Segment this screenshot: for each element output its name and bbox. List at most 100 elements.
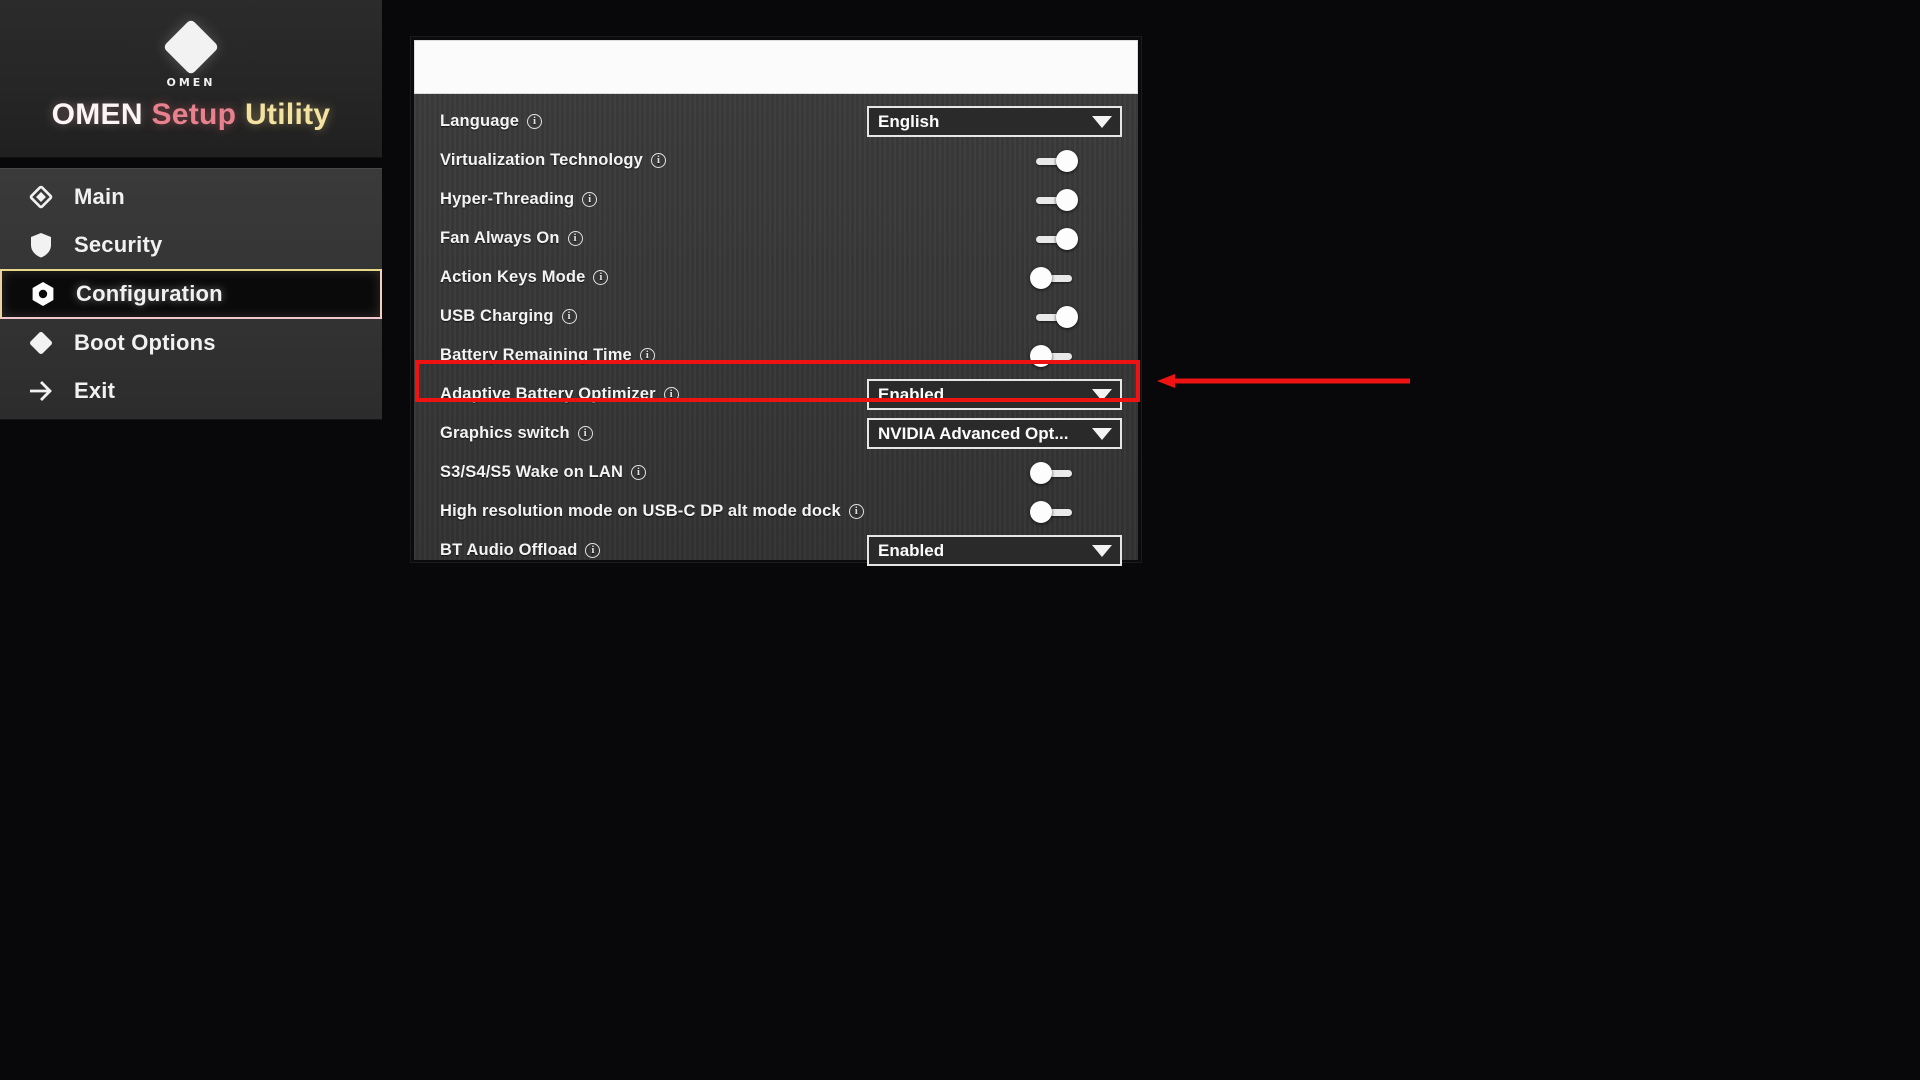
setting-row-virtualization-technology[interactable]: Virtualization Technology i <box>414 141 1138 180</box>
hyper-threading-toggle[interactable] <box>1030 188 1078 211</box>
usb-charging-toggle[interactable] <box>1030 305 1078 328</box>
dropdown-value: Enabled <box>878 384 945 404</box>
sidebar-item-main[interactable]: Main <box>0 173 382 221</box>
setting-label: Hyper-Threading i <box>440 190 598 209</box>
sidebar-item-configuration[interactable]: Configuration <box>0 269 382 319</box>
dropdown-value: English <box>878 111 940 131</box>
setting-label-text: Virtualization Technology <box>440 151 643 169</box>
hexagon-gear-icon <box>26 277 60 311</box>
sidebar-item-label: Security <box>74 232 163 257</box>
fan-always-on-toggle[interactable] <box>1030 227 1078 250</box>
setting-control <box>1030 305 1122 328</box>
chevron-down-icon <box>1092 388 1112 401</box>
shield-icon <box>24 228 58 262</box>
setting-row-language[interactable]: Language i English <box>414 102 1138 141</box>
setting-label: S3/S4/S5 Wake on LAN i <box>440 463 647 482</box>
info-icon[interactable]: i <box>639 348 655 363</box>
setting-label-text: High resolution mode on USB-C DP alt mod… <box>440 502 841 520</box>
setting-label: High resolution mode on USB-C DP alt mod… <box>440 502 864 521</box>
setting-row-adaptive-battery-optimizer[interactable]: Adaptive Battery Optimizer i Enabled <box>414 375 1138 414</box>
arrow-right-icon <box>24 374 58 408</box>
setting-label: Adaptive Battery Optimizer i <box>440 385 679 404</box>
sidebar-item-label: Configuration <box>76 281 223 306</box>
toggle-knob <box>1030 266 1052 289</box>
language-dropdown[interactable]: English <box>867 106 1122 137</box>
setting-label-text: USB Charging <box>440 307 554 325</box>
bios-setup-screen: OMEN OMEN Setup Utility Main Security Co… <box>0 0 1920 1080</box>
info-icon[interactable]: i <box>651 153 666 168</box>
info-icon[interactable]: i <box>561 309 577 324</box>
omen-wordmark: OMEN <box>166 76 216 89</box>
sidebar-item-label: Exit <box>74 378 116 403</box>
setting-control <box>1030 266 1122 289</box>
setting-row-action-keys-mode[interactable]: Action Keys Mode i <box>414 258 1138 297</box>
graphics-switch-dropdown[interactable]: NVIDIA Advanced Opt... <box>867 418 1122 449</box>
setting-row-battery-remaining-time[interactable]: Battery Remaining Time i <box>414 336 1138 375</box>
setting-control <box>1030 227 1122 250</box>
chevron-down-icon <box>1092 115 1112 128</box>
setting-row-fan-always-on[interactable]: Fan Always On i <box>414 219 1138 258</box>
setting-label-text: S3/S4/S5 Wake on LAN <box>440 463 624 481</box>
wake-on-lan-toggle[interactable] <box>1030 461 1078 484</box>
setting-row-hyper-threading[interactable]: Hyper-Threading i <box>414 180 1138 219</box>
setting-row-usb-charging[interactable]: USB Charging i <box>414 297 1138 336</box>
info-icon[interactable]: i <box>631 465 647 480</box>
info-icon[interactable]: i <box>848 504 864 519</box>
setting-label: BT Audio Offload i <box>440 541 601 560</box>
setting-control: Enabled <box>867 379 1122 410</box>
toggle-knob <box>1030 500 1052 523</box>
bt-audio-offload-dropdown[interactable]: Enabled <box>867 535 1122 566</box>
sidebar-item-exit[interactable]: Exit <box>0 367 382 415</box>
panel-header-bar <box>414 40 1138 94</box>
setting-control <box>1030 188 1122 211</box>
setting-label-text: Hyper-Threading <box>440 190 575 208</box>
setting-control <box>1030 344 1122 367</box>
setting-label: Action Keys Mode i <box>440 268 609 287</box>
high-resolution-mode-toggle[interactable] <box>1030 500 1078 523</box>
setting-control <box>1030 149 1122 172</box>
setting-control: Enabled <box>867 535 1122 566</box>
battery-remaining-time-toggle[interactable] <box>1030 344 1078 367</box>
info-icon[interactable]: i <box>593 270 609 285</box>
setting-label: Language i <box>440 112 543 131</box>
setting-control: NVIDIA Advanced Opt... <box>867 418 1122 449</box>
setting-row-wake-on-lan[interactable]: S3/S4/S5 Wake on LAN i <box>414 453 1138 492</box>
toggle-knob <box>1056 188 1078 211</box>
settings-list: Language i English Virtualization Technol… <box>414 94 1138 566</box>
setting-label-text: Fan Always On <box>440 229 560 247</box>
setting-label-text: Language <box>440 112 520 130</box>
setting-label-text: Battery Remaining Time <box>440 346 632 364</box>
info-icon[interactable]: i <box>585 543 601 558</box>
info-icon[interactable]: i <box>577 426 593 441</box>
dropdown-value: Enabled <box>878 540 945 560</box>
info-icon[interactable]: i <box>527 114 543 129</box>
info-icon[interactable]: i <box>582 192 598 207</box>
dropdown-value: NVIDIA Advanced Opt... <box>878 423 1069 443</box>
brand-header: OMEN OMEN Setup Utility <box>0 0 382 158</box>
omen-logo: OMEN <box>162 18 220 89</box>
toggle-knob <box>1056 149 1078 172</box>
toggle-knob <box>1030 344 1052 367</box>
sidebar-divider <box>0 158 382 168</box>
arrow-left-icon <box>1157 374 1410 388</box>
chevron-down-icon <box>1092 427 1112 440</box>
virtualization-technology-toggle[interactable] <box>1030 149 1078 172</box>
action-keys-mode-toggle[interactable] <box>1030 266 1078 289</box>
sidebar-item-boot-options[interactable]: Boot Options <box>0 319 382 367</box>
setting-label-text: BT Audio Offload <box>440 541 578 559</box>
info-icon[interactable]: i <box>663 387 679 402</box>
setting-row-bt-audio-offload[interactable]: BT Audio Offload i Enabled <box>414 531 1138 570</box>
setting-label: Graphics switch i <box>440 424 593 443</box>
adaptive-battery-optimizer-dropdown[interactable]: Enabled <box>867 379 1122 410</box>
setting-row-high-resolution-mode[interactable]: High resolution mode on USB-C DP alt mod… <box>414 492 1138 531</box>
info-icon[interactable]: i <box>567 231 583 246</box>
setting-label-text: Action Keys Mode <box>440 268 586 286</box>
setting-row-graphics-switch[interactable]: Graphics switch i NVIDIA Advanced Opt... <box>414 414 1138 453</box>
page-title-part-3: Utility <box>244 98 331 131</box>
setting-control <box>1030 500 1122 523</box>
setting-control <box>1030 461 1122 484</box>
sidebar-item-security[interactable]: Security <box>0 221 382 269</box>
configuration-panel: Language i English Virtualization Technol… <box>410 36 1142 566</box>
setting-label-text: Adaptive Battery Optimizer <box>440 385 656 403</box>
page-title: OMEN Setup Utility <box>52 98 331 132</box>
